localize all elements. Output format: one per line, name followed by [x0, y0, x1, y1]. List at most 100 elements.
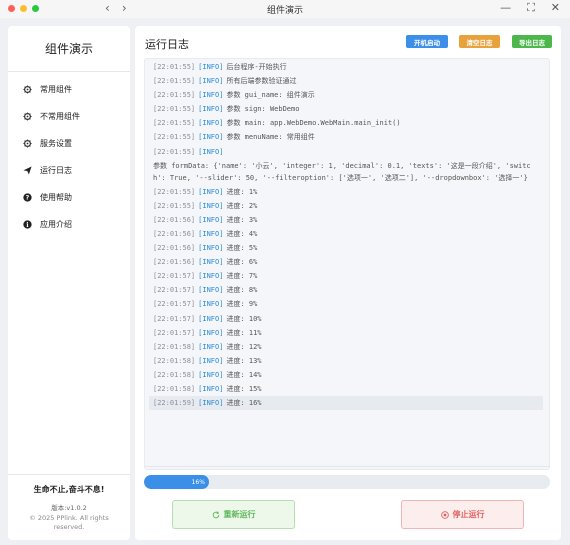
sidebar-item-label: 运行日志: [40, 166, 72, 175]
log-line: [22:01:55] [INFO] 进度: 2%: [153, 199, 543, 213]
copyright-line: © 2025 PPlink. All rights: [29, 514, 109, 522]
log-line: [22:01:56] [INFO] 进度: 4%: [153, 227, 543, 241]
svg-text:?: ?: [26, 195, 30, 202]
autostart-button[interactable]: 开机启动: [406, 35, 448, 48]
stop-button[interactable]: 停止运行: [401, 500, 524, 529]
clear-log-button[interactable]: 清空日志: [459, 35, 500, 48]
log-timestamp: [22:01:55]: [153, 133, 196, 142]
log-timestamp: [22:01:58]: [153, 342, 196, 351]
log-level: [INFO]: [198, 91, 224, 100]
log-timestamp: [22:01:55]: [153, 91, 196, 100]
log-message: 进度: 2%: [226, 201, 258, 210]
sidebar-item-help[interactable]: ? 使用帮助: [8, 184, 130, 211]
minimize-icon[interactable]: —: [500, 1, 511, 15]
help-icon: ?: [23, 193, 32, 202]
sidebar-item-about[interactable]: i 应用介绍: [8, 211, 130, 238]
log-level: [INFO]: [198, 133, 224, 142]
log-line: [22:01:55] [INFO] 参数 sign: WebDemo: [153, 102, 543, 116]
sidebar: 组件演示 常用组件 不常用组件 服务设置 运行日志 ? 使用帮助 i 应用介绍 …: [8, 26, 130, 540]
log-level: [INFO]: [198, 258, 224, 267]
sidebar-title: 组件演示: [44, 42, 93, 56]
log-timestamp: [22:01:55]: [153, 105, 196, 114]
log-timestamp: [22:01:55]: [153, 119, 196, 128]
log-message: 进度: 7%: [226, 272, 258, 281]
log-level: [INFO]: [198, 314, 224, 323]
log-level: [INFO]: [198, 119, 224, 128]
log-line: [22:01:58] [INFO] 进度: 15%: [153, 382, 543, 396]
log-message: 参数 sign: WebDemo: [226, 105, 300, 114]
log-line: [22:01:58] [INFO] 进度: 14%: [153, 368, 543, 382]
export-log-button[interactable]: 导出日志: [512, 35, 552, 48]
log-message: 参数 menuName: 常用组件: [226, 133, 315, 142]
log-line: [22:01:56] [INFO] 进度: 5%: [153, 241, 543, 255]
maximize-icon[interactable]: ⛶: [527, 1, 535, 15]
log-line: [22:01:55] [INFO] 后台程序-开始执行: [153, 60, 543, 74]
log-message: 进度: 14%: [226, 370, 262, 379]
sidebar-item-run-log[interactable]: 运行日志: [8, 157, 130, 184]
log-message: 进度: 5%: [226, 244, 258, 253]
log-level: [INFO]: [198, 215, 224, 224]
log-level: [INFO]: [198, 399, 224, 408]
log-level: [INFO]: [198, 384, 224, 393]
send-icon: [23, 166, 32, 175]
log-line: [22:01:57] [INFO] 进度: 9%: [153, 297, 543, 311]
log-timestamp: [22:01:55]: [153, 77, 196, 86]
copyright: © 2025 PPlink. All rights reserved.: [8, 514, 130, 532]
log-message: 参数 gui_name: 组件演示: [226, 91, 315, 100]
log-timestamp: [22:01:57]: [153, 314, 196, 323]
sidebar-item-common-components[interactable]: 常用组件: [8, 76, 130, 103]
log-level: [INFO]: [198, 63, 224, 71]
log-level: [INFO]: [198, 370, 224, 379]
close-icon[interactable]: ✕: [551, 1, 560, 15]
log-timestamp: [22:01:59]: [153, 399, 196, 408]
log-timestamp: [22:01:57]: [153, 272, 196, 281]
log-line: [22:01:55] [INFO] 进度: 1%: [153, 185, 543, 199]
version-label: 版本:v1.0.2: [51, 504, 87, 512]
log-message: 进度: 13%: [226, 356, 262, 365]
log-timestamp: [22:01:56]: [153, 258, 196, 267]
page-title: 运行日志: [145, 38, 189, 51]
progress-fill: 16%: [144, 475, 209, 489]
log-line: [22:01:58] [INFO] 进度: 12%: [153, 340, 543, 354]
sidebar-item-label: 常用组件: [40, 85, 72, 94]
gear-icon: [23, 112, 32, 121]
sidebar-item-uncommon-components[interactable]: 不常用组件: [8, 103, 130, 130]
title-bar: ‹ › 组件演示 — ⛶ ✕: [0, 0, 570, 18]
log-timestamp: [22:01:55]: [153, 201, 196, 210]
main-panel: 运行日志 开机启动 清空日志 导出日志 [22:01:55] [INFO] 后台程序…: [135, 26, 561, 540]
log-level: [INFO]: [198, 300, 224, 309]
log-list: [22:01:55] [INFO] 后台程序-开始执行 [22:01:55] [INFO…: [149, 60, 543, 411]
log-message: 后台程序-开始执行: [226, 63, 287, 71]
log-message: 进度: 3%: [226, 215, 258, 224]
log-line: [22:01:57] [INFO] 进度: 11%: [153, 326, 543, 340]
log-level: [INFO]: [198, 187, 224, 196]
log-message: 进度: 11%: [226, 328, 262, 337]
sidebar-footer: 生命不止,奋斗不息! 版本:v1.0.2 © 2025 PPlink. All …: [8, 484, 130, 532]
rerun-button[interactable]: 重新运行: [172, 500, 295, 529]
log-message: 进度: 1%: [226, 187, 258, 196]
log-timestamp: [22:01:58]: [153, 384, 196, 393]
log-line: [22:01:57] [INFO] 进度: 10%: [153, 312, 543, 326]
log-message: 进度: 15%: [226, 384, 262, 393]
gear-icon: [23, 85, 32, 94]
log-line: [22:01:55] [INFO] 参数 menuName: 常用组件: [153, 130, 543, 144]
log-level: [INFO]: [198, 272, 224, 281]
log-timestamp: [22:01:57]: [153, 328, 196, 337]
refresh-icon: [212, 511, 219, 518]
log-timestamp: [22:01:56]: [153, 229, 196, 238]
sidebar-footer-divider: [8, 474, 130, 475]
log-line: [22:01:56] [INFO] 进度: 6%: [153, 255, 543, 269]
divider: [144, 466, 550, 467]
log-level: [INFO]: [198, 77, 224, 86]
info-icon: i: [23, 220, 32, 229]
log-timestamp: [22:01:58]: [153, 356, 196, 365]
log-line: [22:01:55] [INFO] 所有后端参数验证通过: [153, 74, 543, 88]
progress-label: 16%: [191, 478, 205, 486]
log-message: 进度: 10%: [226, 314, 262, 323]
log-panel[interactable]: [22:01:55] [INFO] 后台程序-开始执行 [22:01:55] [INFO…: [144, 58, 550, 470]
log-message: 进度: 4%: [226, 229, 258, 238]
log-message: 进度: 12%: [226, 342, 262, 351]
log-level: [INFO]: [198, 105, 224, 114]
window-title: 组件演示: [266, 6, 303, 16]
sidebar-item-service-settings[interactable]: 服务设置: [8, 130, 130, 157]
